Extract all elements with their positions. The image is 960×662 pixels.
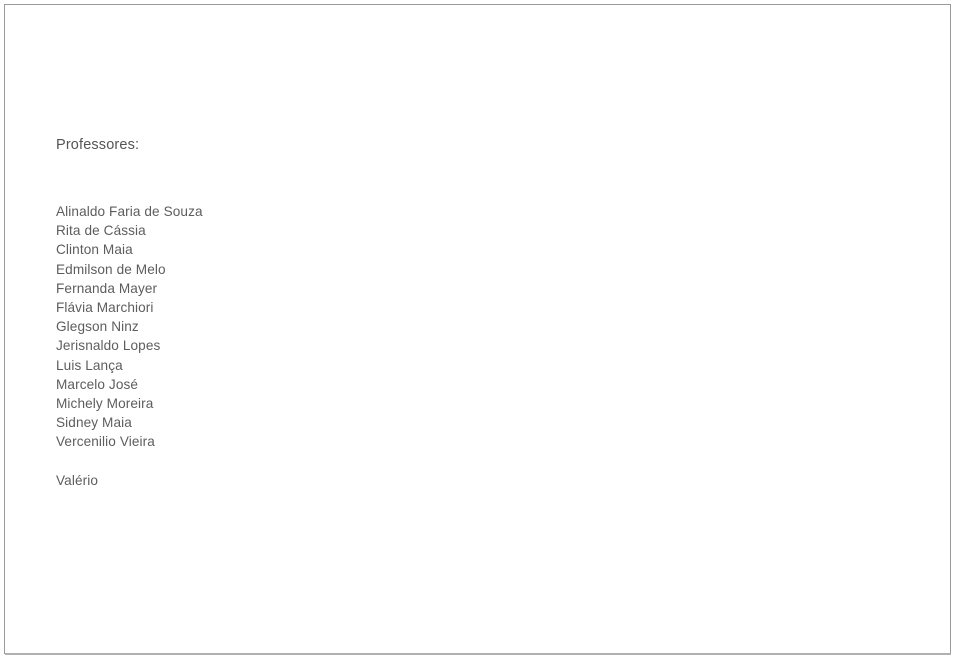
content-body: Professores: Alinaldo Faria de Souza Rit… bbox=[56, 136, 910, 490]
list-item: Clinton Maia bbox=[56, 242, 133, 258]
list-item-trailing: Valério bbox=[56, 472, 99, 488]
professors-list: Alinaldo Faria de Souza Rita de Cássia C… bbox=[56, 202, 910, 490]
list-item: Luis Lança bbox=[56, 357, 123, 373]
list-item: Flávia Marchiori bbox=[56, 300, 154, 316]
list-item: Vercenilio Vieira bbox=[56, 434, 155, 450]
list-item: Alinaldo Faria de Souza bbox=[56, 204, 203, 219]
slide-page: Professores: Alinaldo Faria de Souza Rit… bbox=[4, 4, 951, 655]
list-spacer bbox=[56, 452, 910, 471]
list-item: Rita de Cássia bbox=[56, 223, 146, 239]
list-item: Jerisnaldo Lopes bbox=[56, 338, 161, 354]
list-item: Michely Moreira bbox=[56, 396, 154, 412]
list-item: Sidney Maia bbox=[56, 415, 132, 431]
list-item: Marcelo José bbox=[56, 376, 139, 392]
page-title: Professores: bbox=[56, 137, 140, 153]
list-item: Glegson Ninz bbox=[56, 319, 139, 335]
list-item: Fernanda Mayer bbox=[56, 280, 158, 296]
list-item: Edmilson de Melo bbox=[56, 261, 166, 277]
